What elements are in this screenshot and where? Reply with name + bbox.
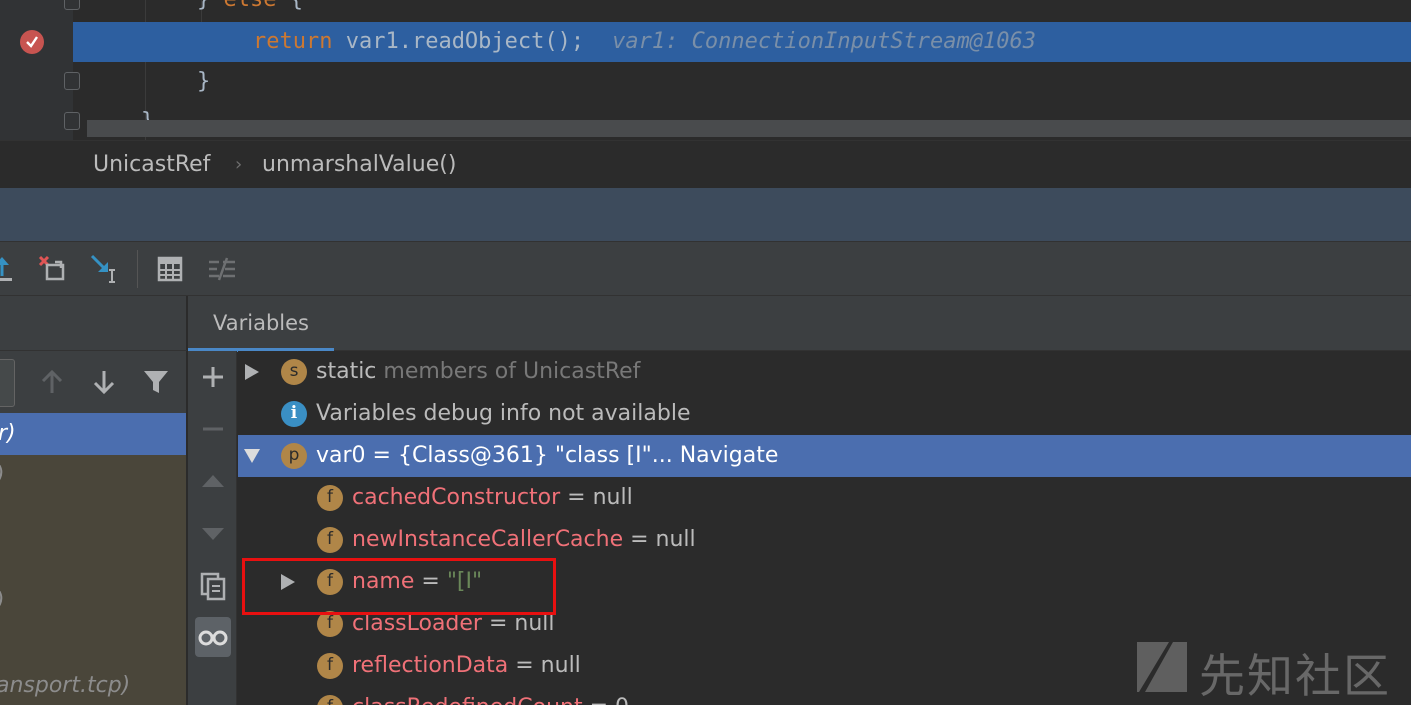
code-text: } xyxy=(73,0,224,12)
breadcrumb: UnicastRef › unmarshalValue() xyxy=(0,140,1411,188)
move-up-icon[interactable] xyxy=(195,461,231,501)
add-watch-icon[interactable] xyxy=(195,357,231,397)
code-text: var1.readObject(); xyxy=(332,29,585,54)
breadcrumb-method[interactable]: unmarshalValue() xyxy=(262,141,456,189)
code-line[interactable]: } xyxy=(73,62,1411,102)
horizontal-scrollbar[interactable] xyxy=(87,120,1411,137)
frame-label: ) xyxy=(0,455,5,497)
field-string-value: "[I" xyxy=(446,569,483,594)
collapse-arrow-icon[interactable] xyxy=(244,449,260,463)
field-value: = null xyxy=(508,653,581,678)
code-editor[interactable]: } else { return var1.readObject(); var1: … xyxy=(0,0,1411,140)
frame-item[interactable]: ) xyxy=(0,455,186,497)
field-value: = null xyxy=(560,485,633,510)
field-name: name xyxy=(352,569,415,594)
info-icon: i xyxy=(281,401,307,427)
evaluate-expression-icon[interactable] xyxy=(153,252,187,286)
tree-row-field[interactable]: f classRedefinedCount = 0 xyxy=(238,687,1411,705)
frame-label: ) xyxy=(0,581,5,623)
frame-item[interactable]: r) xyxy=(0,413,186,455)
expand-arrow-icon[interactable] xyxy=(245,364,259,380)
code-text: { xyxy=(276,0,303,12)
step-out-icon[interactable] xyxy=(0,252,22,286)
variables-panel: Variables s static members of UnicastRef… xyxy=(188,296,1411,705)
frame-label: ansport.tcp) xyxy=(0,673,131,698)
inline-debug-value: var1: ConnectionInputStream@1063 xyxy=(612,29,1036,54)
frame-item[interactable]: ansport.tcp) xyxy=(0,665,186,705)
field-value: = null xyxy=(481,611,555,636)
expand-arrow-icon[interactable] xyxy=(281,574,295,590)
field-value: = null xyxy=(623,527,696,552)
tab-variables-label: Variables xyxy=(213,311,309,335)
trace-current-stream-icon[interactable] xyxy=(205,252,239,286)
arrow-down-icon[interactable] xyxy=(90,367,118,397)
frames-controls xyxy=(0,351,187,413)
field-icon: f xyxy=(317,569,343,595)
field-name: cachedConstructor xyxy=(352,485,561,510)
field-equals: = xyxy=(414,569,447,594)
show-watches-glasses-icon[interactable] xyxy=(195,617,231,657)
field-value: = 0 xyxy=(583,695,629,705)
variables-tree: s static members of UnicastRef i Variabl… xyxy=(238,351,1411,705)
move-down-icon[interactable] xyxy=(195,513,231,553)
run-to-cursor-icon[interactable] xyxy=(88,252,122,286)
tree-row-field-name[interactable]: f name = "[I" xyxy=(238,561,1411,603)
code-keyword: else xyxy=(224,0,277,12)
frames-tab-bar xyxy=(0,296,187,351)
remove-watch-icon[interactable] xyxy=(195,409,231,449)
field-icon: f xyxy=(317,611,343,637)
arrow-up-icon[interactable] xyxy=(38,367,66,397)
toolbar-separator xyxy=(137,250,138,288)
breakpoint-icon[interactable] xyxy=(20,30,44,54)
field-icon: f xyxy=(317,695,343,705)
frames-panel: r) ) ) ansport.tcp) xyxy=(0,296,187,705)
field-icon: f xyxy=(317,527,343,553)
frame-label: r) xyxy=(0,421,16,446)
thread-selector[interactable] xyxy=(0,359,15,407)
tree-row-field[interactable]: f cachedConstructor = null xyxy=(238,477,1411,519)
tree-row-var0[interactable]: p var0 = {Class@361} "class [I"... Navig… xyxy=(238,435,1411,477)
field-name: newInstanceCallerCache xyxy=(352,527,624,552)
tab-variables[interactable]: Variables xyxy=(188,296,334,352)
variables-tab-bar: Variables xyxy=(188,296,1411,352)
frame-item[interactable]: ) xyxy=(0,581,186,623)
copy-icon[interactable] xyxy=(195,565,231,605)
field-name: reflectionData xyxy=(352,653,509,678)
variables-side-toolbar xyxy=(188,351,237,705)
tree-row-field[interactable]: f classLoader = null xyxy=(238,603,1411,645)
row-text: var0 = {Class@361} "class [I"... Navigat… xyxy=(316,443,779,468)
breadcrumb-class[interactable]: UnicastRef xyxy=(93,141,210,189)
debug-toolbar xyxy=(0,241,1411,296)
parameter-icon: p xyxy=(281,443,307,469)
frame-list: r) ) ) ansport.tcp) xyxy=(0,413,186,705)
row-name: static xyxy=(316,359,377,384)
code-keyword: return xyxy=(253,29,333,54)
row-text: Variables debug info not available xyxy=(316,401,691,426)
field-name: classLoader xyxy=(352,611,482,636)
row-detail: members of UnicastRef xyxy=(376,359,641,384)
current-execution-line[interactable]: return var1.readObject(); var1: Connectio… xyxy=(73,22,1411,62)
tree-row-static[interactable]: s static members of UnicastRef xyxy=(238,351,1411,393)
code-line[interactable]: } else { xyxy=(73,0,1411,20)
debug-tool-window-header xyxy=(0,188,1411,241)
static-members-icon: s xyxy=(281,359,307,385)
field-icon: f xyxy=(317,485,343,511)
tree-row-field[interactable]: f newInstanceCallerCache = null xyxy=(238,519,1411,561)
drop-frame-icon[interactable] xyxy=(35,252,69,286)
code-text: } xyxy=(197,69,211,94)
breadcrumb-separator-icon: › xyxy=(235,154,243,175)
field-icon: f xyxy=(317,653,343,679)
filter-icon[interactable] xyxy=(142,367,170,397)
tree-row-field[interactable]: f reflectionData = null xyxy=(238,645,1411,687)
field-name: classRedefinedCount xyxy=(352,695,583,705)
tree-row-info: i Variables debug info not available xyxy=(238,393,1411,435)
editor-gutter[interactable] xyxy=(0,0,73,140)
